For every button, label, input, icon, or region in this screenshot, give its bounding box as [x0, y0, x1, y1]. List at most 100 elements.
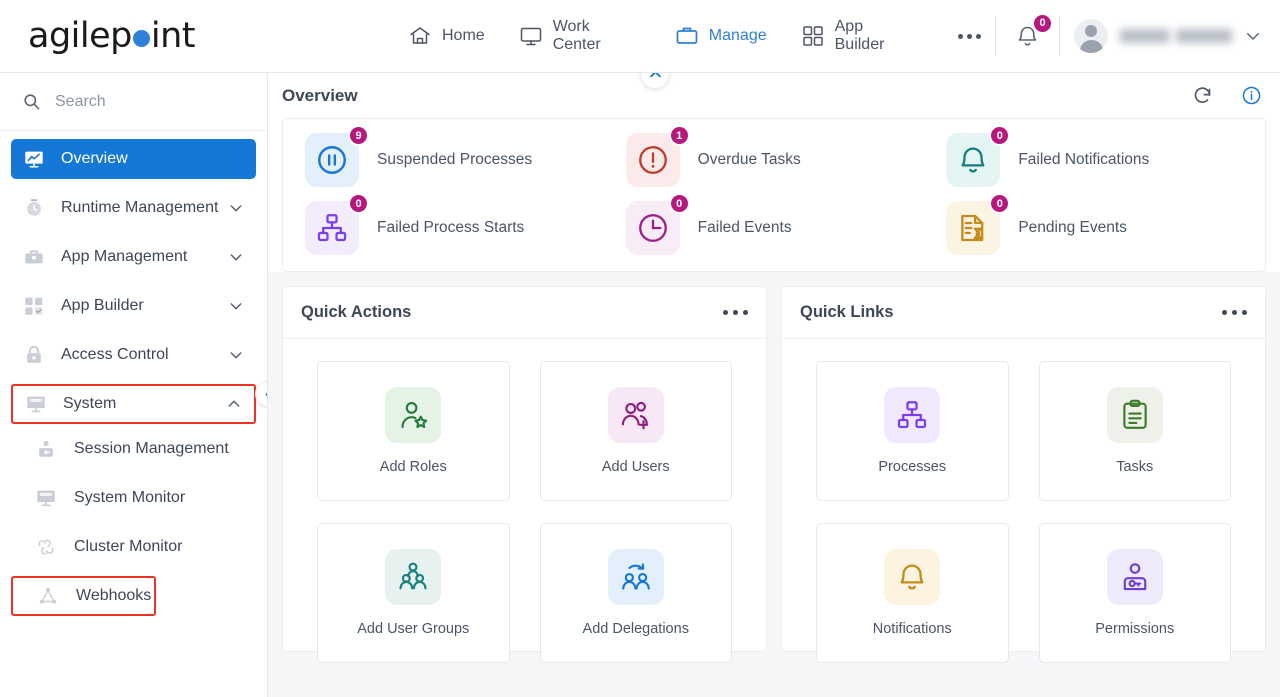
overview-chart-icon: [23, 148, 45, 170]
tile-label: Notifications: [872, 621, 952, 637]
user-group-icon: [385, 549, 442, 605]
chevron-down-icon: [228, 347, 244, 363]
sidebar-label-system-monitor: System Monitor: [74, 489, 186, 506]
sidebar-label-cluster-monitor: Cluster Monitor: [74, 538, 183, 555]
sidebar-item-session-management[interactable]: Session Management: [11, 429, 256, 469]
topnav-label-app-builder: App Builder: [834, 18, 885, 53]
stat-count-badge: 0: [348, 193, 369, 214]
brand-logo-dot: [132, 29, 150, 47]
tile-add-user-groups[interactable]: Add User Groups: [317, 523, 510, 663]
stat-failed-notifications[interactable]: 0 Failed Notifications: [934, 125, 1255, 187]
stat-failed-events[interactable]: 0 Failed Events: [614, 193, 935, 255]
top-navigation: Home Work Center Manage App Builder: [408, 18, 981, 54]
stat-count-badge: 0: [989, 125, 1011, 146]
stat-overdue-tasks[interactable]: 1 Overdue Tasks: [614, 125, 935, 187]
chevron-down-icon: [228, 298, 244, 314]
tile-tasks[interactable]: Tasks: [1038, 361, 1231, 501]
topnav-item-app-builder[interactable]: App Builder: [801, 18, 916, 54]
tile-notifications[interactable]: Notifications: [816, 523, 1009, 663]
stat-count-badge: 0: [989, 193, 1011, 214]
sidebar-item-cluster-monitor[interactable]: Cluster Monitor: [11, 527, 256, 567]
stat-label: Failed Process Starts: [377, 219, 525, 236]
sidebar-label-session-management: Session Management: [74, 440, 229, 457]
stat-count-badge: 9: [348, 125, 369, 146]
tile-add-roles[interactable]: Add Roles: [317, 361, 510, 501]
search-input[interactable]: [55, 92, 225, 111]
stat-label: Pending Events: [1018, 219, 1127, 236]
refresh-icon[interactable]: [1192, 85, 1213, 106]
stat-count-badge: 0: [668, 193, 690, 214]
sidebar-label-overview: Overview: [61, 150, 128, 167]
sidebar-item-app-management[interactable]: App Management: [11, 237, 256, 277]
stat-label: Suspended Processes: [377, 151, 533, 168]
quick-actions-menu-button[interactable]: [723, 310, 748, 315]
stat-label: Failed Events: [697, 219, 792, 236]
sidebar-label-app-management: App Management: [61, 248, 188, 265]
sidebar-item-overview[interactable]: Overview: [11, 139, 256, 179]
stat-label: Overdue Tasks: [697, 151, 801, 168]
overview-actions: [1192, 85, 1262, 106]
sidebar-item-runtime-management[interactable]: Runtime Management: [11, 188, 256, 228]
webhook-icon: [37, 585, 59, 607]
sidebar-label-access-control: Access Control: [61, 346, 169, 363]
tile-label: Add Delegations: [582, 621, 689, 637]
more-dots-icon: [723, 310, 728, 315]
stat-icon-wrap: 0: [625, 193, 690, 255]
overview-collapse-button[interactable]: [640, 73, 670, 89]
more-dots-icon: [958, 33, 963, 39]
quick-actions-header: Quick Actions: [283, 287, 766, 339]
notifications-button[interactable]: 0: [1010, 12, 1053, 54]
quick-links-header: Quick Links: [782, 287, 1265, 339]
stat-count-badge: 1: [668, 125, 690, 146]
sidebar-label-webhooks: Webhooks: [76, 587, 152, 604]
chevron-down-icon: [1244, 27, 1262, 45]
topnav-item-work-center[interactable]: Work Center: [519, 18, 641, 54]
chevron-up-icon: [648, 73, 663, 82]
cluster-icon: [35, 536, 57, 558]
top-header: agilep int Home Work Center Manage App B…: [0, 0, 1280, 73]
main-content: Overview 9 Suspended Processes 1 Overdue…: [268, 73, 1280, 697]
tile-processes[interactable]: Processes: [816, 361, 1009, 501]
stat-icon-wrap: 1: [625, 125, 690, 187]
quick-links-menu-button[interactable]: [1222, 310, 1247, 315]
header-divider-left: [995, 16, 996, 56]
sidebar-search-row: [0, 73, 267, 131]
sidebar-label-runtime-management: Runtime Management: [61, 199, 219, 216]
sidebar-item-app-builder[interactable]: App Builder: [11, 286, 256, 326]
overview-title: Overview: [282, 85, 358, 105]
header-divider-right: [1059, 16, 1060, 56]
tile-label: Processes: [878, 459, 947, 475]
stat-suspended-processes[interactable]: 9 Suspended Processes: [293, 125, 614, 187]
topnav-item-home[interactable]: Home: [408, 24, 485, 48]
search-icon: [22, 92, 41, 111]
quick-links-panel: Quick Links Processes Tasks Notification…: [781, 286, 1266, 663]
quick-links-grid: Processes Tasks Notifications Permission…: [782, 339, 1265, 685]
monitor-icon: [519, 24, 543, 48]
info-icon[interactable]: [1241, 85, 1262, 106]
tile-label: Tasks: [1116, 459, 1154, 475]
user-session-icon: [35, 438, 57, 460]
topnav-label-work-center: Work Center: [552, 18, 601, 53]
chevron-down-icon: [228, 249, 244, 265]
stat-label: Failed Notifications: [1018, 151, 1150, 168]
user-menu[interactable]: [1074, 19, 1262, 53]
sidebar: Overview Runtime Management: [0, 73, 268, 697]
topnav-item-manage[interactable]: Manage: [675, 24, 767, 48]
topnav-label-manage: Manage: [708, 27, 767, 44]
sidebar-item-access-control[interactable]: Access Control: [11, 335, 256, 375]
overview-header: Overview: [268, 73, 1280, 118]
chevron-up-icon: [226, 396, 242, 412]
tile-add-delegations[interactable]: Add Delegations: [539, 523, 732, 663]
sidebar-item-system[interactable]: System: [11, 384, 256, 424]
tile-permissions[interactable]: Permissions: [1038, 523, 1231, 663]
stat-failed-process-starts[interactable]: 0 Failed Process Starts: [293, 193, 614, 255]
user-name-label: [1120, 29, 1232, 43]
stat-pending-events[interactable]: 0 Pending Events: [934, 193, 1255, 255]
tile-add-users[interactable]: Add Users: [539, 361, 732, 501]
notification-count-badge: 0: [1032, 12, 1053, 34]
stat-icon-wrap: 0: [946, 125, 1011, 187]
sidebar-item-webhooks[interactable]: Webhooks: [11, 576, 156, 616]
topnav-more-button[interactable]: [958, 33, 981, 39]
brand-logo[interactable]: agilep int: [0, 0, 268, 73]
sidebar-item-system-monitor[interactable]: System Monitor: [11, 478, 256, 518]
